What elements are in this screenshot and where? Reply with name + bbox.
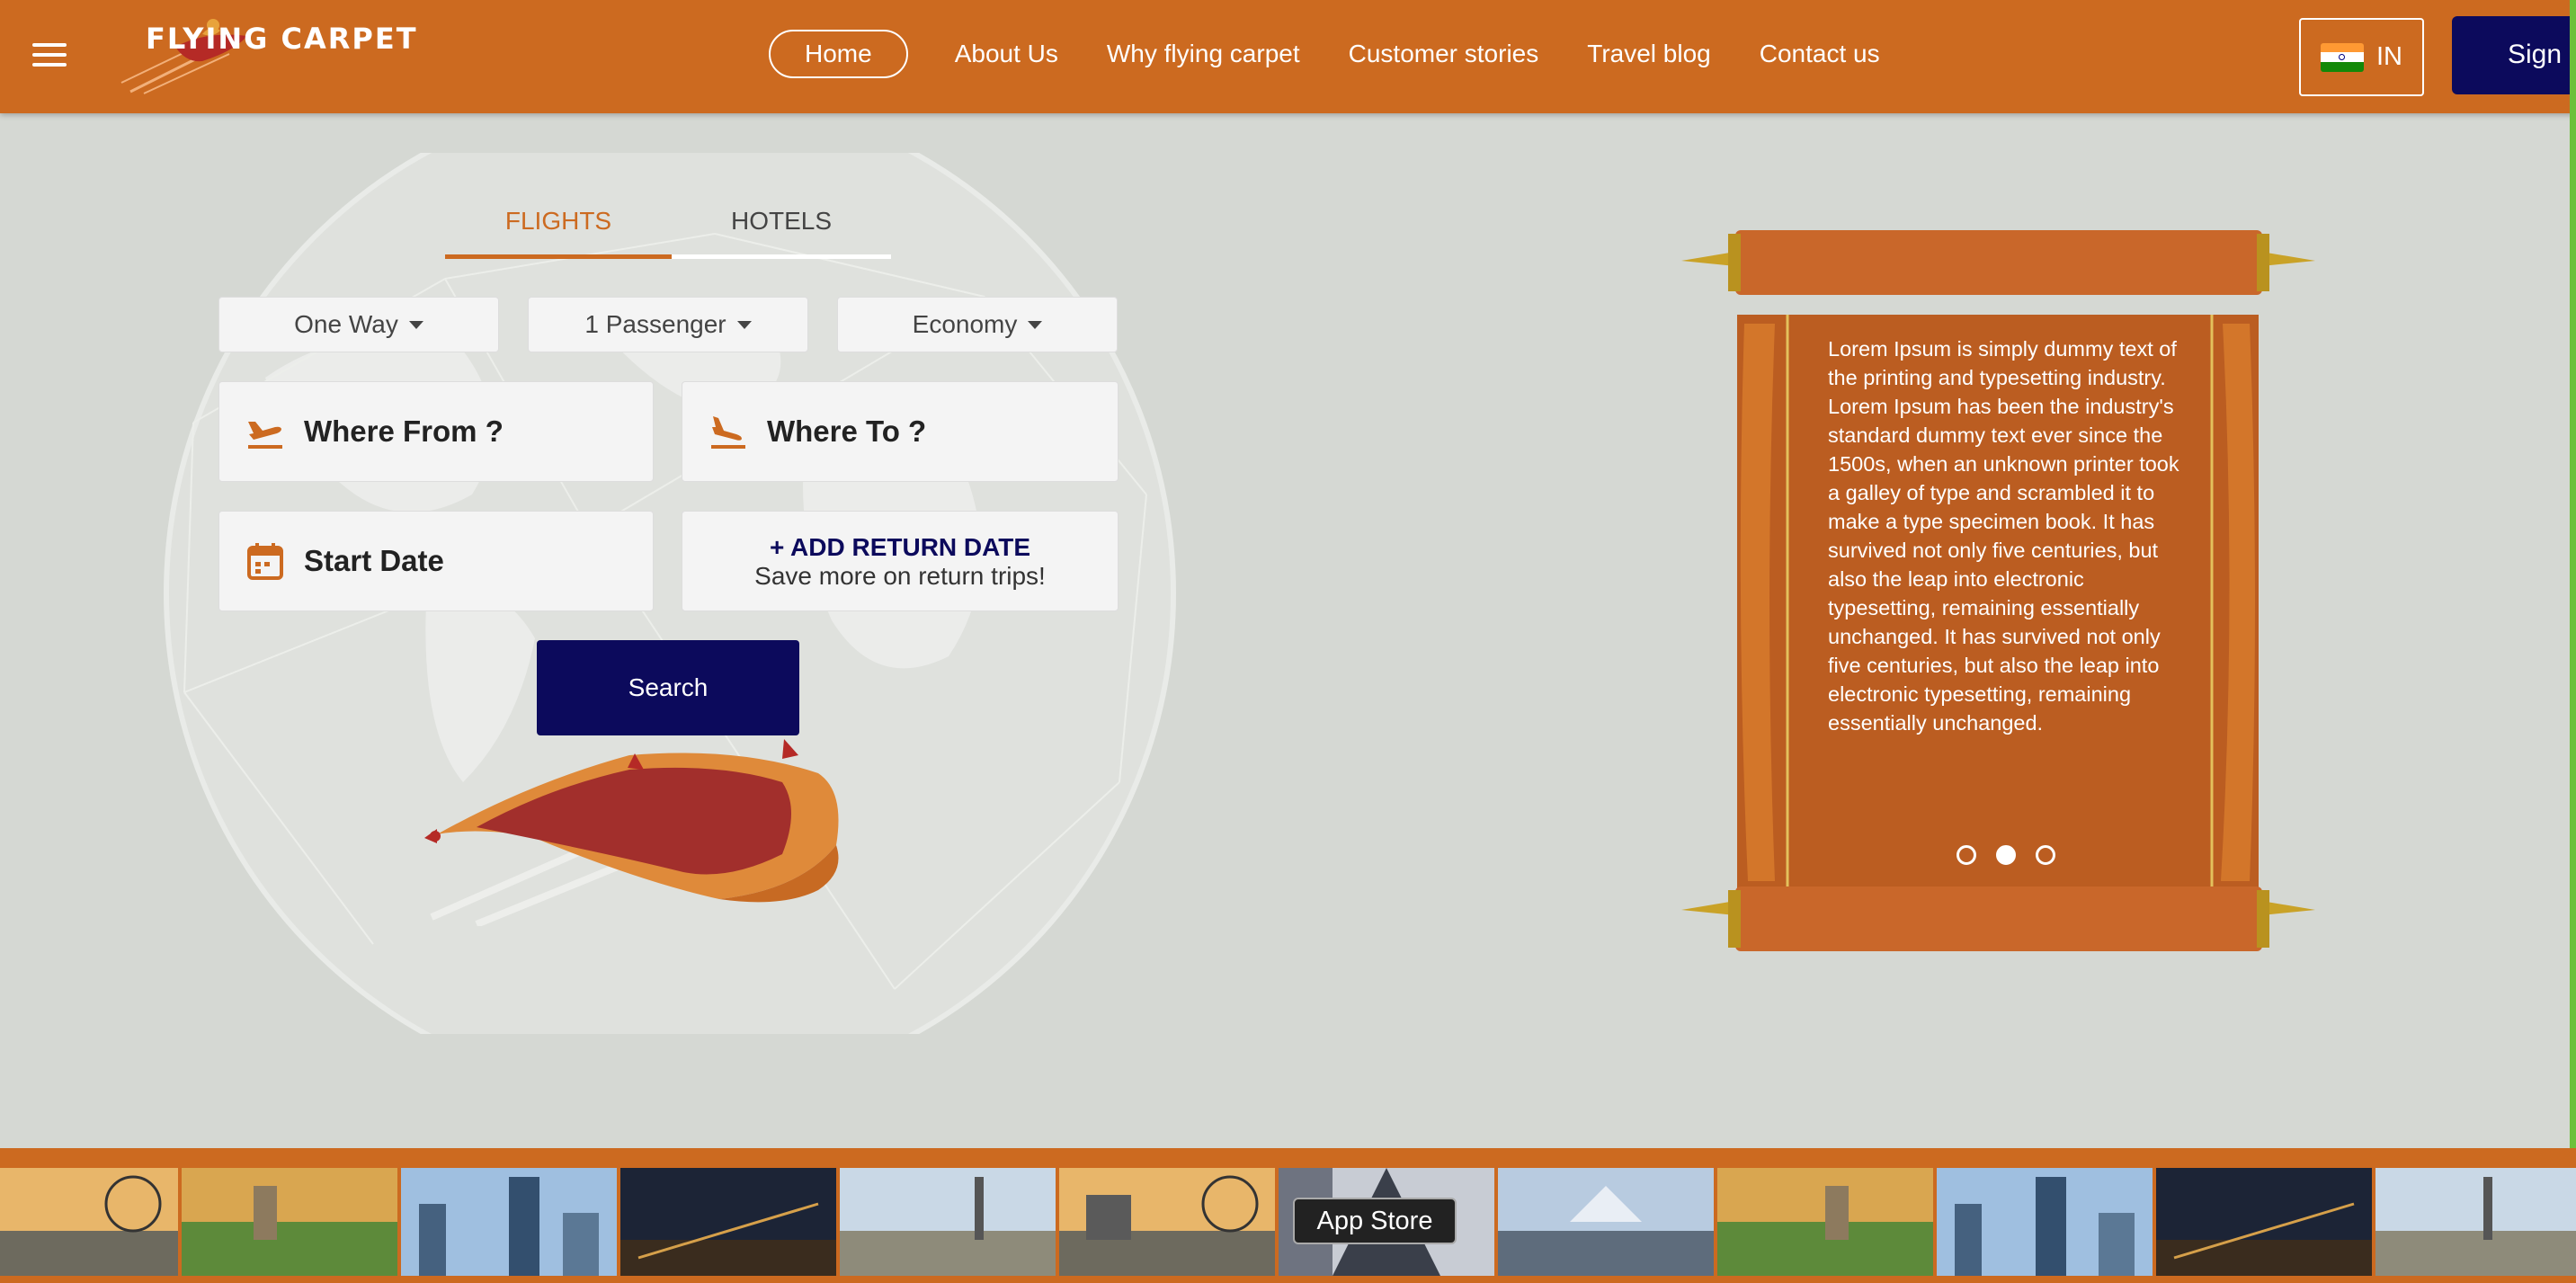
chevron-down-icon: [408, 320, 423, 329]
city-photo[interactable]: [401, 1168, 617, 1276]
nav-travel-blog[interactable]: Travel blog: [1587, 40, 1710, 68]
sign-in-button[interactable]: Sign i: [2452, 16, 2576, 94]
carousel-dot-1[interactable]: [1957, 845, 1976, 865]
india-flag-icon: [2321, 42, 2364, 72]
testimonial-text: Lorem Ipsum is simply dummy text of the …: [1828, 337, 2179, 735]
where-from-label: Where From ?: [304, 414, 504, 448]
page-edge-strip: [2570, 0, 2576, 1283]
country-selector[interactable]: IN: [2299, 18, 2424, 96]
footer-strip-bar: [0, 1148, 2576, 1168]
passenger-dropdown[interactable]: 1 Passenger: [528, 297, 808, 352]
tab-flights[interactable]: FLIGHTS: [445, 207, 672, 259]
trip-type-dropdown[interactable]: One Way: [218, 297, 499, 352]
cabin-class-value: Economy: [912, 310, 1018, 338]
city-photo[interactable]: [2375, 1168, 2576, 1276]
start-date-field[interactable]: Start Date: [218, 511, 654, 611]
search-button[interactable]: Search: [537, 640, 799, 735]
flying-carpet-illustration: [424, 739, 839, 926]
start-date-label: Start Date: [304, 544, 444, 577]
plane-departure-icon: [248, 422, 282, 449]
city-photo[interactable]: [0, 1168, 178, 1276]
nav-customer-stories[interactable]: Customer stories: [1349, 40, 1539, 68]
city-photo[interactable]: [2156, 1168, 2372, 1276]
plane-arrival-icon: [711, 416, 745, 449]
add-return-date-title: + ADD RETURN DATE: [769, 533, 1031, 561]
where-to-field[interactable]: Where To ?: [682, 381, 1119, 482]
nav-about-us[interactable]: About Us: [955, 40, 1058, 68]
city-photo[interactable]: [1059, 1168, 1275, 1276]
where-from-field[interactable]: Where From ?: [218, 381, 654, 482]
logo-text[interactable]: FLYING CARPET: [146, 22, 418, 56]
chevron-down-icon: [736, 320, 752, 329]
add-return-date-subtitle: Save more on return trips!: [754, 562, 1046, 590]
city-photo[interactable]: [840, 1168, 1056, 1276]
city-photo[interactable]: [1937, 1168, 2153, 1276]
city-photo[interactable]: [182, 1168, 397, 1276]
tab-hotels[interactable]: HOTELS: [672, 207, 891, 259]
city-photo[interactable]: [620, 1168, 836, 1276]
carousel-dots: [1957, 845, 2057, 867]
cabin-class-dropdown[interactable]: Economy: [837, 297, 1118, 352]
main-nav: Home About Us Why flying carpet Customer…: [769, 30, 1929, 78]
nav-why-flying-carpet[interactable]: Why flying carpet: [1107, 40, 1300, 68]
carousel-dot-3[interactable]: [2036, 845, 2055, 865]
top-navbar: FLYING CARPET Home About Us Why flying c…: [0, 0, 2576, 113]
app-store-tooltip[interactable]: App Store: [1293, 1198, 1457, 1244]
search-tabs: FLIGHTS HOTELS: [445, 207, 891, 261]
chevron-down-icon: [1028, 320, 1043, 329]
passenger-value: 1 Passenger: [584, 310, 726, 338]
calendar-icon: [247, 543, 283, 580]
city-photo[interactable]: [1498, 1168, 1714, 1276]
where-to-label: Where To ?: [767, 414, 927, 448]
nav-home[interactable]: Home: [769, 30, 908, 78]
country-code: IN: [2376, 42, 2402, 71]
destination-photo-strip: [0, 1168, 2576, 1283]
add-return-date-button[interactable]: + ADD RETURN DATE Save more on return tr…: [682, 511, 1119, 611]
nav-contact-us[interactable]: Contact us: [1760, 40, 1880, 68]
hamburger-menu-icon[interactable]: [32, 43, 67, 68]
trip-type-value: One Way: [294, 310, 398, 338]
city-photo[interactable]: [1717, 1168, 1933, 1276]
carousel-dot-2[interactable]: [1996, 845, 2016, 865]
